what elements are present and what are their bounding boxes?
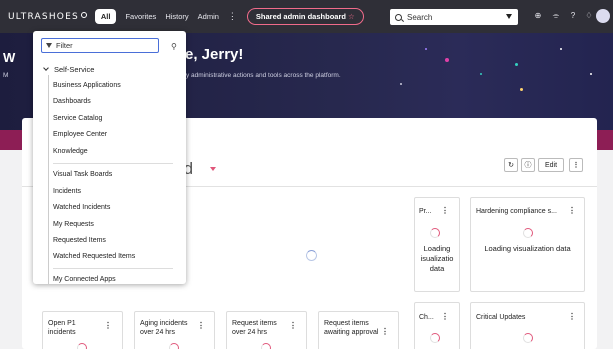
widget-ch-menu-icon[interactable]: ⋮ [441,312,449,321]
menu-separator [53,268,173,269]
menu-item-requested-items[interactable]: Requested Items [53,237,106,244]
decor-dot [560,48,562,50]
widget-request-items-menu-icon[interactable]: ⋮ [289,321,297,330]
pin-icon[interactable]: ⚲ [171,42,177,51]
menu-item-employee-center[interactable]: Employee Center [53,131,107,138]
widget-request-awaiting-title: Request items awaiting approval [324,320,379,336]
decor-dot [480,73,482,75]
nav-all[interactable]: All [94,9,117,24]
widget-critical-title: Critical Updates [476,314,526,321]
greeting-left: W [3,50,16,65]
nav-admin[interactable]: Admin [198,12,219,21]
menu-item-my-requests[interactable]: My Requests [53,221,94,228]
menu-item-visual-task-boards[interactable]: Visual Task Boards [53,171,112,178]
banner-subtitle: y administrative actions and tools acros… [186,72,341,79]
chevron-down-icon [43,65,49,71]
widget-pr-title: Pr... [419,208,432,215]
filter-input[interactable]: Filter [41,38,159,53]
decor-dot [400,83,402,85]
tree-guide [48,75,49,284]
widget-hardening-spinner-icon [523,228,533,238]
all-menu-dropdown: Filter ⚲ Self-Service Business Applicati… [33,31,186,284]
filter-icon [46,43,52,48]
widget-aging-menu-icon[interactable]: ⋮ [197,321,205,330]
dashboard-menu-chevron-icon[interactable] [210,167,216,171]
more-options-button[interactable]: ⋮ [569,158,583,172]
notifications-bell-icon[interactable]: ♢ [584,11,594,21]
menu-item-incidents[interactable]: Incidents [53,188,81,195]
logo[interactable]: ULTRASHOES [8,11,87,22]
menu-separator [53,163,173,164]
widget-hardening-loading: Loading visualization data [484,244,571,253]
section-label: Self-Service [54,65,95,74]
subtitle-left: M [3,72,9,79]
widget-pr-loading: Loading isualizatio data [420,244,454,273]
widget-request-items-title: Request items over 24 hrs [232,320,277,336]
menu-item-watched-incidents[interactable]: Watched Incidents [53,204,110,211]
nav-history[interactable]: History [165,12,188,21]
widget-request-items-spinner-icon [261,343,271,349]
widget-hardening-title: Hardening compliance s... [476,208,557,215]
menu-item-my-connected-apps[interactable]: My Connected Apps [53,276,116,283]
chat-icon[interactable]: ⌯ [551,11,561,21]
menu-item-dashboards[interactable]: Dashboards [53,98,91,105]
widget-ch-title: Ch... [419,314,434,321]
menu-item-business-applications[interactable]: Business Applications [53,82,121,89]
widget-open-p1-menu-icon[interactable]: ⋮ [104,321,112,330]
search-field[interactable]: Search [390,9,518,25]
avatar[interactable] [596,9,610,23]
search-label: Search [407,12,433,22]
decor-dot [425,48,427,50]
search-scope-dropdown-icon[interactable] [506,14,512,19]
menu-item-knowledge[interactable]: Knowledge [53,148,88,155]
widget-request-awaiting-menu-icon[interactable]: ⋮ [381,327,389,336]
nav-favorites[interactable]: Favorites [125,12,156,21]
widget-open-p1-spinner-icon [77,343,87,349]
search-icon [395,13,402,21]
decor-dot [515,63,518,66]
greeting: e, Jerry! [185,46,244,63]
logo-mark-icon [80,11,87,18]
widget-critical-spinner-icon [523,333,533,343]
filter-placeholder: Filter [56,41,73,50]
shared-dashboard-pill[interactable]: Shared admin dashboard ☆ [246,8,364,25]
widget-pr-spinner-icon [430,228,440,238]
globe-icon[interactable]: ⊕ [533,11,543,21]
menu-item-watched-requested-items[interactable]: Watched Requested Items [53,253,135,260]
nav-more-icon[interactable]: ⋮ [228,11,237,22]
widget-aging-title: Aging incidents over 24 hrs [140,320,188,336]
decor-dot [520,88,523,91]
decor-dot [590,73,592,75]
menu-item-service-catalog[interactable]: Service Catalog [53,115,102,122]
widget-pr-menu-icon[interactable]: ⋮ [441,206,449,215]
help-icon[interactable]: ? [568,11,578,21]
widget-ch-spinner-icon [430,333,440,343]
decor-dot [445,58,449,62]
section-self-service[interactable]: Self-Service [43,65,95,74]
widget-aging-spinner-icon [169,343,179,349]
widget-critical-menu-icon[interactable]: ⋮ [568,312,576,321]
star-icon[interactable]: ☆ [348,12,355,21]
widget-open-p1-title: Open P1 incidents [48,320,76,336]
loading-spinner-icon [306,250,317,261]
info-button[interactable]: ⓘ [521,158,535,172]
widget-hardening-menu-icon[interactable]: ⋮ [568,206,576,215]
edit-button[interactable]: Edit [538,158,564,172]
top-nav: ULTRASHOES All Favorites History Admin ⋮… [0,0,613,33]
refresh-button[interactable]: ↻ [504,158,518,172]
